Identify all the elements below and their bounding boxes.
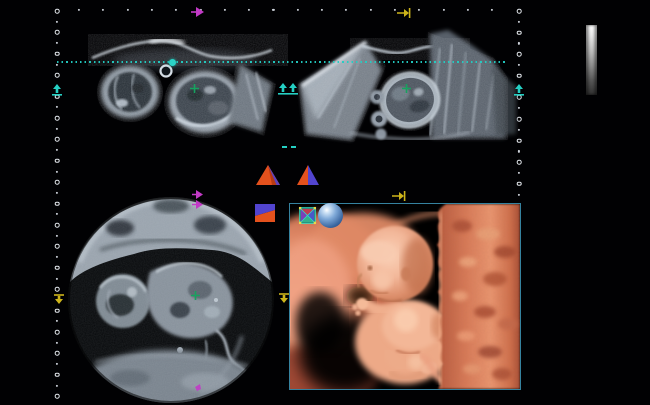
ruler-tick	[297, 9, 299, 11]
ruler-tick	[517, 9, 522, 14]
plane-b-orientation-marker	[397, 8, 411, 18]
ruler-tick	[55, 351, 60, 356]
focus-caret-left[interactable]	[52, 84, 62, 96]
caliper-caret-1[interactable]	[278, 83, 288, 95]
ruler-tick	[151, 9, 153, 11]
ruler-tick	[418, 9, 420, 11]
3d-nav-cube-icon	[298, 206, 317, 225]
focus-caret-right[interactable]	[514, 84, 524, 96]
render-box-orientation-marker	[392, 191, 406, 201]
ruler-tick	[56, 21, 58, 23]
plane-c-anatomy	[64, 194, 280, 405]
ruler-tick	[55, 308, 60, 313]
scan-line-handle[interactable]	[169, 59, 176, 66]
ruler-tick	[394, 9, 396, 11]
ruler-tick	[56, 342, 58, 344]
caliper-caret-2[interactable]	[288, 83, 298, 95]
ruler-tick	[56, 192, 58, 194]
ruler-tick	[272, 9, 274, 11]
plane-c-arrow-top-2	[192, 200, 204, 209]
3d-nav-sphere-icon	[318, 203, 343, 228]
ruler-tick	[321, 9, 323, 11]
reference-point-plane-b	[402, 84, 411, 93]
ruler-tick	[518, 150, 520, 152]
ruler-tick	[248, 9, 250, 11]
ruler-tick	[56, 363, 58, 365]
plane-c-arrow-top-1	[192, 190, 204, 199]
grayscale-map-bar	[586, 25, 597, 95]
ruler-tick	[518, 172, 520, 174]
plane-a-2d-image[interactable]	[58, 24, 312, 144]
reference-point-plane-c	[191, 291, 200, 300]
scanline-dash-marker	[282, 145, 297, 149]
ruler-tick	[467, 9, 469, 11]
ruler-tick	[55, 180, 60, 185]
ruler-tick	[56, 320, 58, 322]
orientation-pyramid-a-icon	[255, 163, 281, 187]
orientation-pyramid-b-icon	[296, 163, 320, 187]
3d-render-anatomy	[290, 204, 520, 389]
plane-a-anatomy	[58, 24, 312, 144]
ruler-tick	[55, 373, 60, 378]
ruler-tick	[55, 223, 60, 228]
ruler-tick	[55, 244, 60, 249]
plane-a-orientation-marker	[191, 7, 205, 17]
render-edge-caret-right[interactable]	[279, 293, 289, 304]
ruler-tick	[517, 160, 522, 165]
ruler-tick	[491, 9, 493, 11]
3d-render-box[interactable]	[289, 203, 521, 390]
ruler-tick	[55, 287, 60, 292]
ruler-tick	[55, 394, 60, 399]
ruler-tick	[175, 9, 177, 11]
ruler-tick	[55, 330, 60, 335]
reference-point-plane-a	[190, 84, 199, 93]
orientation-cube-icon	[253, 202, 277, 224]
ruler-tick	[224, 9, 226, 11]
ruler-tick	[55, 9, 60, 14]
ruler-tick	[78, 9, 80, 11]
ruler-tick	[56, 213, 58, 215]
ruler-tick	[55, 159, 60, 164]
render-box-scan-line	[57, 61, 505, 63]
ruler-tick	[370, 9, 372, 11]
ruler-tick	[517, 182, 522, 187]
ruler-tick	[56, 170, 58, 172]
plane-c-bottom-marker	[194, 384, 202, 392]
ruler-tick	[56, 384, 58, 386]
render-edge-caret-left[interactable]	[54, 294, 64, 305]
ruler-tick	[56, 277, 58, 279]
ultrasound-quad-screen	[0, 0, 650, 405]
plane-c-2d-image[interactable]	[64, 194, 280, 405]
ruler-tick	[56, 235, 58, 237]
ruler-tick	[102, 9, 104, 11]
ruler-tick	[127, 9, 129, 11]
ruler-tick	[518, 194, 520, 196]
ruler-tick	[56, 149, 58, 151]
ruler-tick	[55, 266, 60, 271]
ruler-tick	[345, 9, 347, 11]
ruler-tick	[55, 201, 60, 206]
ruler-tick	[442, 9, 444, 11]
ruler-tick	[518, 21, 520, 23]
ruler-tick	[56, 256, 58, 258]
